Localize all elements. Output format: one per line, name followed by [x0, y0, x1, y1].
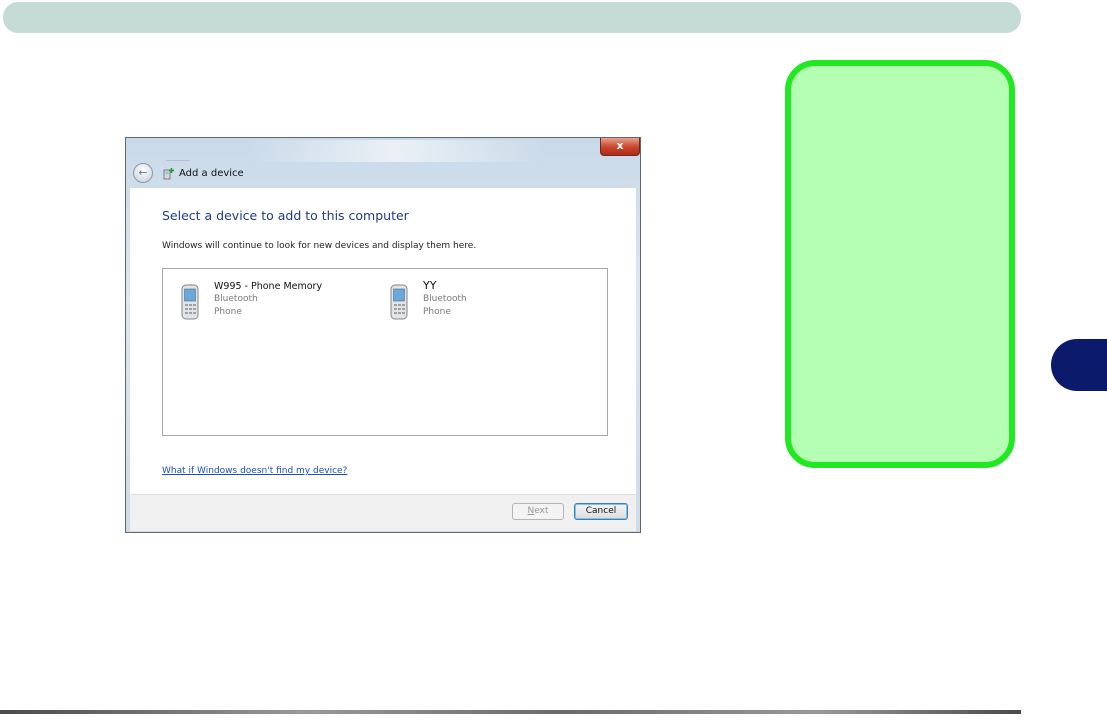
back-button[interactable]: ← — [133, 163, 153, 183]
device-category: Phone — [423, 307, 451, 317]
chapter-tab — [1051, 339, 1107, 391]
dialog-heading: Select a device to add to this computer — [162, 208, 409, 223]
close-icon: x — [616, 139, 624, 152]
sidebar-note-box — [785, 60, 1015, 468]
page-header-bar — [3, 2, 1021, 33]
cancel-button[interactable]: Cancel — [574, 503, 628, 520]
device-list[interactable]: W995 - Phone Memory Bluetooth Phone YY B… — [162, 268, 608, 436]
phone-icon — [390, 284, 408, 320]
faded-caption: ———— — [166, 157, 190, 164]
next-button[interactable]: Next — [512, 503, 564, 520]
close-button[interactable]: x — [600, 138, 640, 156]
footer-rule — [0, 710, 1021, 714]
phone-icon — [181, 284, 199, 320]
next-label: ext — [534, 506, 549, 516]
dialog-content: Select a device to add to this computer … — [130, 188, 636, 494]
device-name: YY — [423, 279, 437, 292]
device-item-yy[interactable]: YY Bluetooth Phone — [389, 279, 569, 321]
dialog-title: Add a device — [179, 168, 244, 179]
titlebar-glass — [246, 140, 546, 162]
add-device-icon — [163, 168, 174, 180]
device-category: Phone — [214, 307, 242, 317]
dialog-subtext: Windows will continue to look for new de… — [162, 241, 477, 251]
back-arrow-icon: ← — [138, 166, 148, 179]
device-connection: Bluetooth — [423, 294, 467, 304]
help-link[interactable]: What if Windows doesn't find my device? — [162, 466, 347, 476]
add-device-dialog: x ← ———— Add a device Select a device to… — [125, 137, 641, 533]
device-connection: Bluetooth — [214, 294, 258, 304]
device-item-w995[interactable]: W995 - Phone Memory Bluetooth Phone — [180, 281, 360, 321]
dialog-footer: Next Cancel — [130, 494, 636, 531]
device-name: W995 - Phone Memory — [214, 281, 323, 292]
